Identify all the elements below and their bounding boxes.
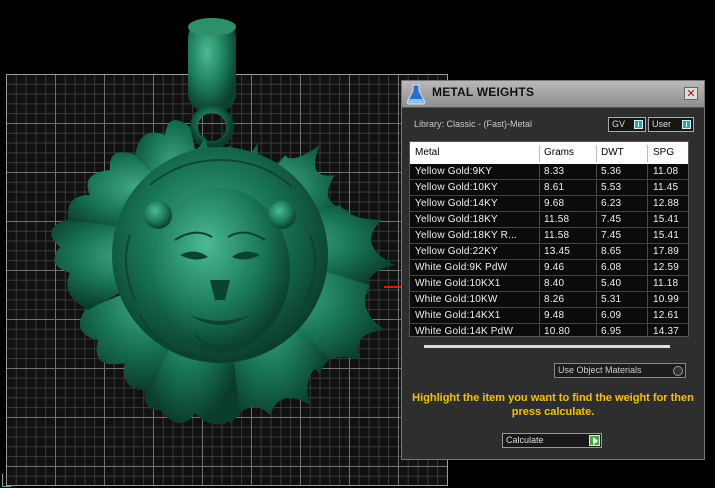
cell-grams: 9.68 [544, 198, 565, 209]
axis-indicator [384, 286, 402, 288]
column-header-grams[interactable]: Grams [544, 147, 574, 158]
table-row[interactable]: White Gold:14K PdW 10.80 6.95 14.37 [410, 324, 688, 337]
cell-dwt: 5.53 [601, 182, 622, 193]
cell-spg: 10.99 [653, 294, 680, 305]
gv-toggle-label: GV [612, 119, 626, 129]
metal-table: Metal Grams DWT SPG Yellow Gold:9KY 8.33 5… [409, 141, 689, 337]
user-toggle-label: User [652, 119, 672, 129]
cell-grams: 11.58 [544, 230, 570, 241]
column-header-dwt[interactable]: DWT [601, 147, 624, 158]
cell-spg: 17.89 [653, 246, 680, 257]
close-icon[interactable]: ✕ [684, 87, 698, 100]
axis-gizmo [2, 474, 11, 487]
table-row[interactable]: White Gold:9K PdW 9.46 6.08 12.59 [410, 260, 688, 276]
cell-dwt: 6.09 [601, 310, 622, 321]
table-row[interactable]: White Gold:14KX1 9.48 6.09 12.61 [410, 308, 688, 324]
user-toggle[interactable]: User [648, 117, 694, 132]
cell-metal: White Gold:10KW [415, 294, 498, 305]
cell-spg: 14.37 [653, 326, 680, 337]
cell-spg: 15.41 [653, 214, 680, 225]
cell-spg: 12.88 [653, 198, 680, 209]
cell-dwt: 5.36 [601, 166, 622, 177]
calculate-button[interactable]: Calculate [502, 433, 602, 448]
cell-grams: 8.33 [544, 166, 565, 177]
table-header: Metal Grams DWT SPG [410, 142, 688, 164]
cell-metal: White Gold:9K PdW [415, 262, 508, 273]
cell-dwt: 6.08 [601, 262, 622, 273]
cell-spg: 11.18 [653, 278, 679, 289]
cell-dwt: 5.40 [601, 278, 622, 289]
cell-metal: White Gold:14KX1 [415, 310, 501, 321]
cell-grams: 8.61 [544, 182, 565, 193]
horizontal-scrollbar[interactable] [424, 345, 670, 348]
cell-grams: 11.58 [544, 214, 570, 225]
calculate-label: Calculate [506, 435, 544, 445]
play-arrow-icon [589, 435, 600, 446]
cell-dwt: 6.23 [601, 198, 622, 209]
cell-metal: Yellow Gold:18KY [415, 214, 498, 225]
panel-titlebar[interactable]: METAL WEIGHTS ✕ [402, 81, 704, 108]
lion-sun-pendant-model[interactable] [30, 15, 410, 455]
cell-dwt: 7.45 [601, 214, 622, 225]
cell-dwt: 5.31 [601, 294, 622, 305]
cell-metal: Yellow Gold:9KY [415, 166, 493, 177]
metal-weights-panel: METAL WEIGHTS ✕ Library: Classic - (Fast… [401, 80, 705, 460]
cell-metal: Yellow Gold:18KY R... [415, 230, 518, 241]
column-header-metal[interactable]: Metal [415, 147, 439, 158]
table-row[interactable]: Yellow Gold:9KY 8.33 5.36 11.08 [410, 164, 688, 180]
toggle-switch-icon [682, 120, 691, 129]
cell-grams: 8.40 [544, 278, 565, 289]
flask-icon [406, 84, 426, 105]
table-row[interactable]: Yellow Gold:22KY 13.45 8.65 17.89 [410, 244, 688, 260]
cell-metal: White Gold:14K PdW [415, 326, 514, 337]
library-label: Library: Classic - (Fast)-Metal [414, 119, 533, 129]
table-row[interactable]: Yellow Gold:18KY 11.58 7.45 15.41 [410, 212, 688, 228]
cell-dwt: 6.95 [601, 326, 622, 337]
table-row[interactable]: Yellow Gold:14KY 9.68 6.23 12.88 [410, 196, 688, 212]
jump-ring [190, 105, 234, 149]
radio-icon [673, 366, 683, 376]
gv-toggle[interactable]: GV [608, 117, 646, 132]
cell-spg: 15.41 [653, 230, 680, 241]
cell-grams: 9.46 [544, 262, 565, 273]
cell-metal: Yellow Gold:10KY [415, 182, 498, 193]
toggle-switch-icon [634, 120, 643, 129]
cell-grams: 10.80 [544, 326, 571, 337]
instruction-text: Highlight the item you want to find the … [412, 392, 694, 418]
panel-title: METAL WEIGHTS [432, 85, 535, 99]
cell-dwt: 8.65 [601, 246, 622, 257]
use-object-materials-option[interactable]: Use Object Materials [554, 363, 686, 378]
cell-spg: 12.59 [653, 262, 680, 273]
table-row[interactable]: Yellow Gold:18KY R... 11.58 7.45 15.41 [410, 228, 688, 244]
cell-dwt: 7.45 [601, 230, 622, 241]
cell-grams: 9.48 [544, 310, 565, 321]
use-object-materials-label: Use Object Materials [558, 365, 642, 375]
cell-metal: Yellow Gold:22KY [415, 246, 498, 257]
cell-spg: 11.45 [653, 182, 679, 193]
cell-metal: White Gold:10KX1 [415, 278, 501, 289]
table-row[interactable]: White Gold:10KX1 8.40 5.40 11.18 [410, 276, 688, 292]
cell-metal: Yellow Gold:14KY [415, 198, 498, 209]
cell-spg: 11.08 [653, 166, 679, 177]
table-row[interactable]: Yellow Gold:10KY 8.61 5.53 11.45 [410, 180, 688, 196]
table-row[interactable]: White Gold:10KW 8.26 5.31 10.99 [410, 292, 688, 308]
cell-spg: 12.61 [653, 310, 680, 321]
column-header-spg[interactable]: SPG [653, 147, 674, 158]
cell-grams: 8.26 [544, 294, 565, 305]
cell-grams: 13.45 [544, 246, 571, 257]
